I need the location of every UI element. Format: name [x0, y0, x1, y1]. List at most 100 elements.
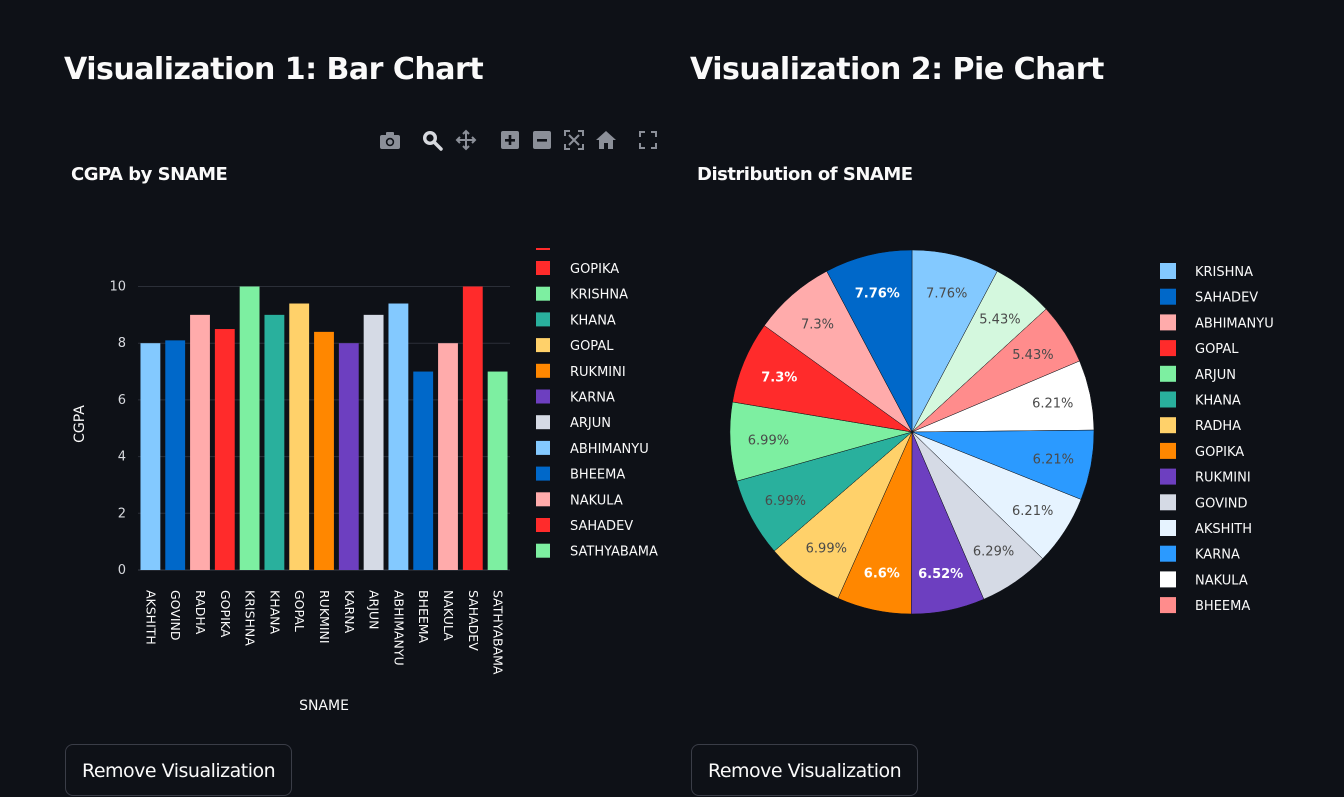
pie-slice-label: 5.43%: [1012, 348, 1053, 363]
legend-label: KRISHNA: [570, 288, 628, 303]
legend-label: ARJUN: [1195, 368, 1236, 383]
pie-slice-label: 7.3%: [761, 371, 797, 386]
remove-bar-visualization-button[interactable]: Remove Visualization: [65, 744, 293, 796]
pie-slice-label: 6.6%: [864, 567, 900, 582]
bar-rukmini: [314, 331, 334, 570]
autoscale-icon[interactable]: [562, 128, 586, 152]
legend-label: NAKULA: [1195, 573, 1248, 588]
legend-swatch: [536, 543, 550, 558]
legend-swatch: [536, 440, 550, 455]
bar-govind: [165, 340, 186, 570]
pie-section-heading: Visualization 2: Pie Chart: [690, 52, 1104, 87]
legend-label: ARJUN: [570, 416, 611, 431]
pie-slice-label: 6.52%: [918, 567, 963, 582]
bar-khana: [264, 314, 285, 570]
x-axis-title: SNAME: [299, 698, 349, 714]
legend-label: GOPAL: [1195, 342, 1239, 357]
legend-swatch: [536, 492, 550, 507]
legend-label: BHEEMA: [1195, 599, 1250, 614]
y-tick-label: 2: [118, 506, 126, 521]
legend-swatch: [536, 338, 550, 353]
pie-slice-label: 6.99%: [765, 494, 806, 509]
y-tick-label: 10: [109, 280, 126, 295]
camera-icon[interactable]: [378, 128, 402, 152]
bar-gopika: [214, 329, 235, 570]
reset-axes-icon[interactable]: [594, 128, 618, 152]
pie-slice-label: 6.29%: [973, 544, 1014, 559]
legend-swatch: [536, 312, 550, 327]
zoom-out-icon[interactable]: [530, 128, 554, 152]
legend-label: AKSHITH: [1195, 522, 1252, 537]
bar-karna: [338, 343, 359, 570]
bar-nakula: [438, 343, 458, 570]
legend-swatch: [536, 286, 550, 301]
legend-swatch: [1160, 263, 1176, 279]
legend-swatch: [1160, 571, 1176, 588]
x-tick-label: NAKULA: [441, 590, 456, 641]
bar-sathyabama: [487, 371, 508, 570]
bar-krishna: [239, 286, 260, 570]
legend-label: RUKMINI: [1195, 471, 1251, 486]
y-tick-label: 8: [118, 336, 126, 351]
pie-slice-label: 6.99%: [806, 541, 847, 556]
x-tick-label: SAHADEV: [466, 590, 481, 651]
legend-swatch: [1160, 314, 1176, 331]
legend-swatch: [536, 389, 550, 404]
pie-slice-label: 6.21%: [1033, 452, 1074, 467]
x-tick-label: ABHIMANYU: [391, 590, 406, 666]
bar-arjun: [363, 314, 384, 570]
zoom-icon[interactable]: [420, 128, 444, 152]
legend-label: SAHADEV: [570, 519, 633, 534]
x-tick-label: GOVIND: [168, 590, 183, 641]
legend-swatch: [1160, 340, 1176, 357]
chart-toolbar: [378, 128, 660, 154]
pie-slice-label: 6.21%: [1032, 397, 1073, 412]
x-tick-label: GOPIKA: [218, 590, 233, 638]
legend-swatch: [1160, 545, 1176, 562]
legend-swatch: [1160, 442, 1176, 459]
x-tick-label: SATHYABAMA: [491, 590, 506, 675]
x-tick-label: AKSHITH: [143, 590, 158, 645]
zoom-in-icon[interactable]: [498, 128, 522, 152]
y-tick-label: 0: [118, 563, 126, 578]
fullscreen-icon[interactable]: [636, 128, 660, 152]
legend-swatch: [1160, 417, 1176, 434]
legend-label: KHANA: [570, 313, 616, 328]
pie-slice-label: 7.76%: [855, 286, 900, 301]
y-tick-label: 6: [118, 393, 126, 408]
x-tick-label: BHEEMA: [416, 590, 431, 644]
legend-swatch: [536, 415, 550, 430]
legend-label: KARNA: [570, 391, 615, 406]
pie-slice-label: 6.21%: [1012, 504, 1053, 519]
legend-swatch: [1160, 391, 1176, 408]
bar-radha: [190, 314, 210, 570]
legend-label: BHEEMA: [570, 468, 625, 483]
legend-label: GOVIND: [1195, 496, 1248, 511]
pan-icon[interactable]: [454, 128, 478, 152]
legend-clipped-swatch: [536, 248, 550, 250]
legend-label: KHANA: [1195, 394, 1241, 409]
bar-sahadev: [462, 286, 483, 570]
legend-label: RADHA: [1195, 419, 1241, 434]
legend-label: KARNA: [1195, 548, 1240, 563]
pie-slice-label: 7.76%: [926, 286, 967, 301]
x-tick-label: RADHA: [193, 590, 208, 635]
bar-akshith: [140, 343, 161, 570]
legend-label: RUKMINI: [570, 365, 626, 380]
bar-abhimanyu: [388, 303, 409, 570]
x-tick-label: KHANA: [267, 590, 282, 634]
remove-pie-visualization-button[interactable]: Remove Visualization: [691, 744, 919, 796]
bar-chart: 0 2 4 6 8 10 AKSHITH GOVIND RADHA GOPIKA KRISHNA KH…: [72, 248, 658, 714]
bar-gopal: [289, 303, 310, 570]
pie-chart-title: Distribution of SNAME: [697, 164, 913, 185]
legend-label: ABHIMANYU: [1195, 316, 1274, 331]
legend-swatch: [536, 518, 550, 532]
legend-label: ABHIMANYU: [570, 442, 649, 457]
bar-chart-title: CGPA by SNAME: [71, 164, 228, 185]
y-tick-label: 4: [118, 450, 126, 465]
legend-swatch: [1160, 365, 1176, 382]
legend-label: SAHADEV: [1195, 291, 1258, 306]
x-tick-label: KRISHNA: [243, 590, 258, 646]
legend-swatch: [536, 363, 550, 378]
legend-swatch: [1160, 520, 1176, 536]
